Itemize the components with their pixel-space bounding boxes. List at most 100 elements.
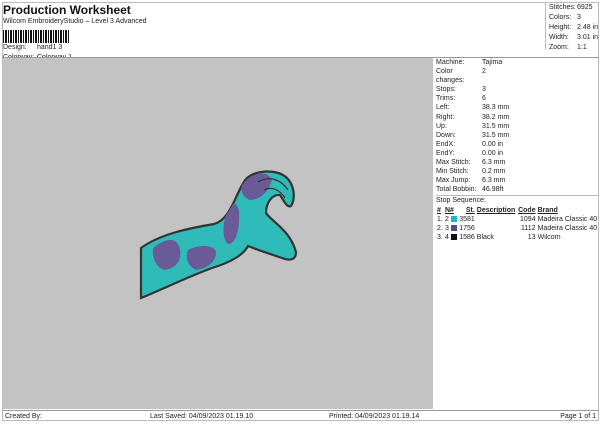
brand: Wilcom	[537, 234, 561, 242]
label: Right:	[436, 113, 455, 121]
value: 6.3 mm	[482, 177, 506, 185]
detail-row: Left: 38.3 mm	[436, 103, 599, 112]
color-swatch	[450, 225, 457, 232]
label: Total Bobbin:	[436, 186, 477, 194]
detail-row: Color changes: 2	[436, 67, 599, 85]
detail-row: Machine: Tajima	[436, 58, 599, 67]
stat-row: Zoom: 1:1	[549, 43, 599, 53]
created-by: Created By:	[5, 413, 42, 420]
brand: Madeira Classic 40	[537, 225, 598, 233]
stop-sequence-title: Stop Sequence:	[436, 195, 599, 206]
label: Color changes:	[436, 68, 465, 85]
page-title: Production Worksheet	[3, 3, 131, 17]
code: 1112	[521, 225, 536, 233]
table-row: 1. 2 3581 1094 Madeira Classic 40	[436, 215, 599, 224]
value: 46.98ft	[482, 186, 504, 194]
label: Max Stitch:	[436, 159, 471, 167]
column-header: #	[437, 207, 441, 215]
value: 38.3 mm	[482, 104, 510, 112]
design-preview	[3, 58, 433, 409]
column-header: St.	[465, 207, 475, 215]
printed-date: Printed: 04/09/2023 01.19.14	[329, 413, 420, 420]
description	[476, 224, 517, 233]
needle-number: 3	[444, 225, 449, 233]
label: EndX:	[436, 140, 456, 148]
detail-row: Min Stitch: 0.2 mm	[436, 167, 599, 176]
design-field: Design: hand1 3	[3, 44, 63, 51]
column-header: Code	[518, 207, 536, 215]
needle-number: 2	[444, 216, 449, 224]
stats-box: Stitches: 6925 Colors: 3 Height: 2.48 in Width…	[545, 2, 599, 53]
needle: 3	[444, 224, 458, 233]
embroidery-design	[139, 170, 298, 300]
detail-row: EndX: 0.00 in	[436, 140, 599, 149]
color-swatch	[450, 234, 457, 241]
stop-sequence-table: # N# St. Description Code Brand 1. 2 3581 1094 M…	[436, 206, 599, 242]
label: Width:	[549, 34, 569, 41]
label: Max Jump:	[436, 177, 471, 185]
details-panel: Machine: Tajima Color changes: 2 Stops: 3 Trim…	[434, 58, 599, 242]
description	[476, 215, 517, 224]
detail-row: Stops: 3	[436, 85, 599, 94]
value: 31.5 mm	[482, 131, 510, 139]
label: Height:	[549, 24, 572, 31]
stitches: 1586	[459, 234, 475, 242]
label: Stops:	[436, 86, 456, 94]
detail-row: Max Jump: 6.3 mm	[436, 176, 599, 185]
brand: Madeira Classic 40	[537, 216, 598, 224]
table-row: 2. 3 1756 1112 Madeira Classic 40	[436, 224, 599, 233]
detail-row: Down: 31.5 mm	[436, 131, 599, 140]
value: 31.5 mm	[482, 122, 510, 130]
label: Down:	[436, 131, 456, 139]
header: Production Worksheet Wilcom EmbroiderySt…	[3, 3, 433, 63]
code: 13	[527, 234, 536, 242]
value: 1:1	[577, 44, 587, 51]
hand-fill	[139, 170, 298, 300]
value: 3	[577, 14, 581, 21]
stat-row: Height: 2.48 in	[549, 23, 599, 33]
label: Trims:	[436, 95, 456, 103]
needle: 2	[444, 215, 458, 224]
column-header: N#	[444, 207, 454, 215]
stat-row: Width: 3.01 in	[549, 33, 599, 43]
value: 3.01 in	[577, 34, 599, 41]
value: 6	[482, 95, 486, 103]
label: Machine:	[436, 59, 465, 66]
value: 2	[482, 68, 486, 76]
stitches: 1756	[459, 225, 475, 233]
value: 3	[482, 86, 486, 94]
label: Left:	[436, 104, 450, 112]
detail-row: Up: 31.5 mm	[436, 122, 599, 131]
description: Black	[476, 234, 494, 242]
barcode	[3, 30, 69, 43]
detail-row: EndY: 0.00 in	[436, 149, 599, 158]
num: 2.	[437, 225, 443, 233]
label: Zoom:	[549, 44, 569, 51]
label: Min Stitch:	[436, 168, 469, 176]
label: EndY:	[436, 149, 455, 157]
table-row: 3. 4 1586 Black 13 Wilcom	[436, 233, 599, 242]
detail-row: Max Stitch: 6.3 mm	[436, 158, 599, 167]
num: 3.	[437, 234, 443, 242]
value: 0.00 in	[482, 140, 504, 148]
stat-row: Colors: 3	[549, 13, 599, 23]
detail-row: Right: 38.2 mm	[436, 113, 599, 122]
value: 38.2 mm	[482, 113, 510, 121]
page-number: Page 1 of 1	[560, 413, 596, 420]
code: 1094	[520, 216, 536, 224]
num: 1.	[437, 216, 443, 224]
needle-number: 4	[444, 234, 449, 242]
subtitle: Wilcom EmbroideryStudio – Level 3 Advanc…	[3, 18, 147, 25]
value: 6.3 mm	[482, 159, 506, 167]
stat-row: Stitches: 6925	[549, 3, 599, 13]
stitches: 3581	[459, 216, 475, 224]
label: Stitches:	[549, 4, 576, 11]
label: Up:	[436, 122, 447, 130]
color-swatch	[450, 216, 457, 223]
label: Colors:	[549, 14, 572, 21]
column-header: Brand	[537, 207, 558, 215]
needle: 4	[444, 233, 458, 242]
last-saved: Last Saved: 04/09/2023 01.19.10	[150, 413, 254, 420]
footer: Created By: Last Saved: 04/09/2023 01.19…	[2, 410, 599, 421]
value: 0.2 mm	[482, 168, 506, 176]
